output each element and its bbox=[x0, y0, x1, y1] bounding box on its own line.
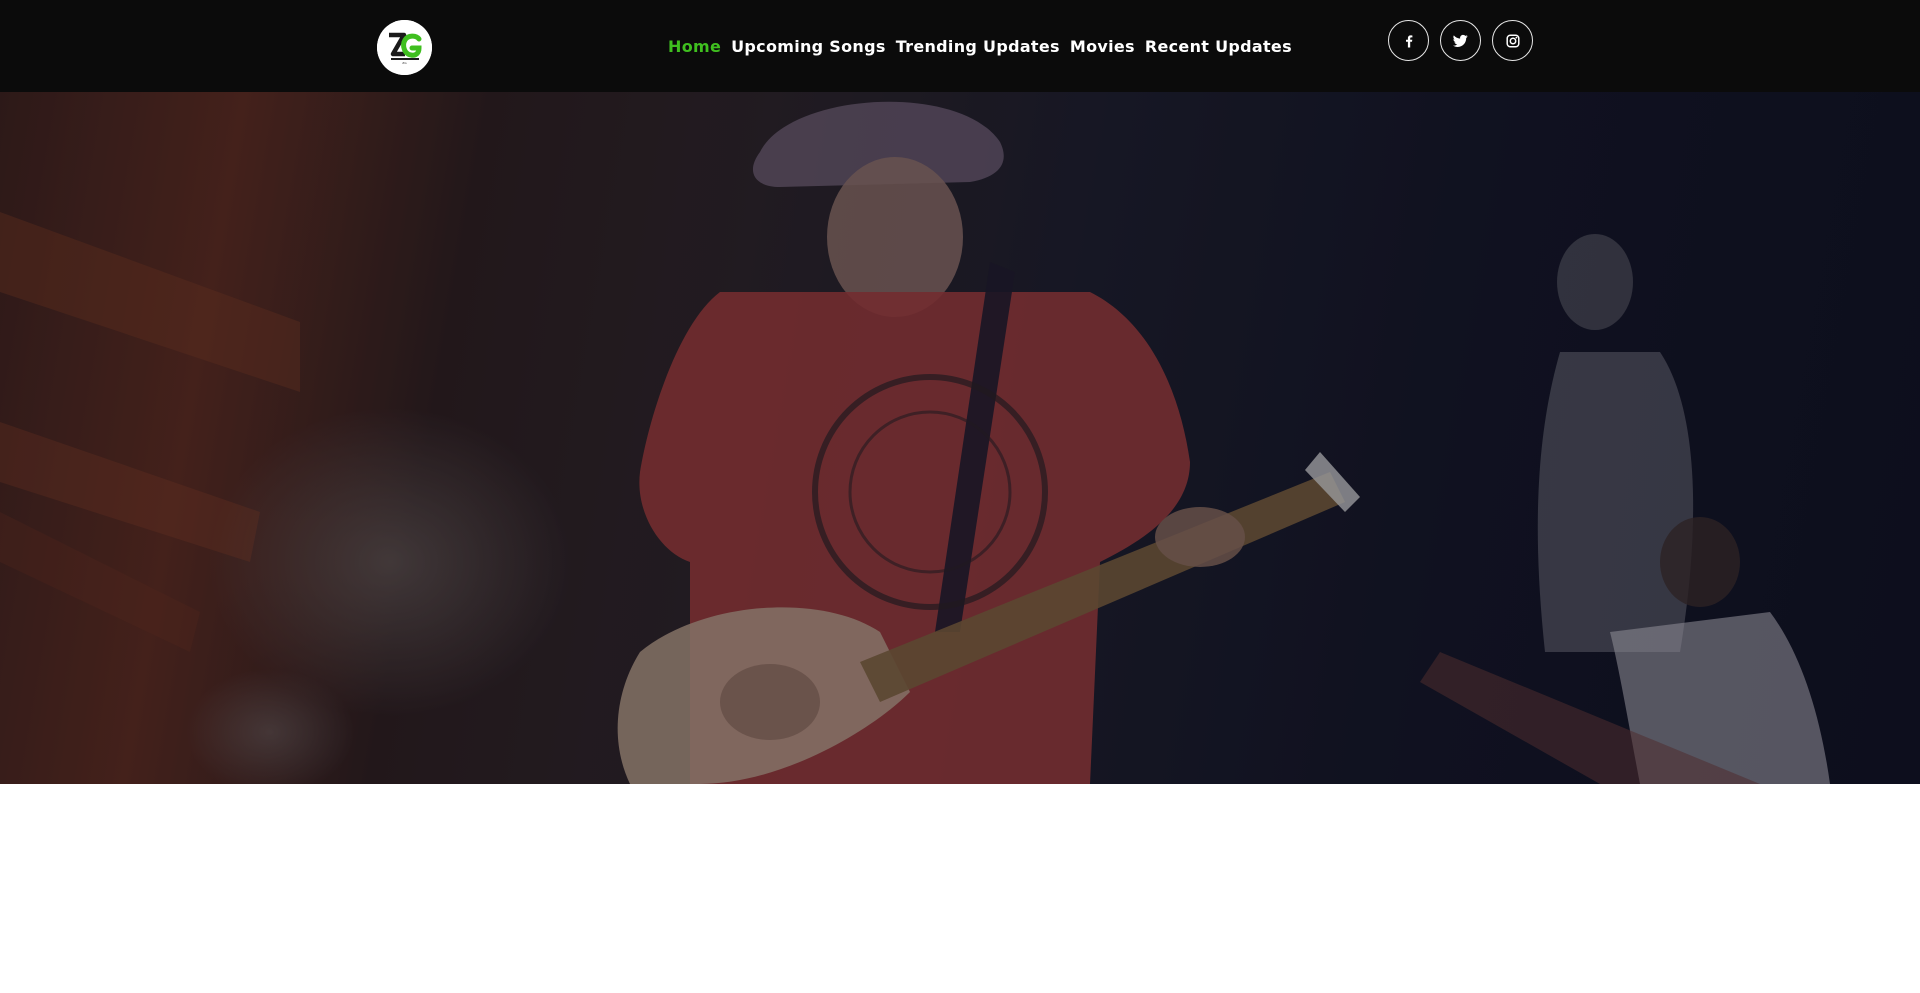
hero-overlay bbox=[0, 92, 1920, 784]
zg-logo-icon: ZG bbox=[377, 20, 432, 75]
instagram-icon bbox=[1505, 33, 1520, 48]
nav-home[interactable]: Home bbox=[668, 37, 721, 56]
site-header: ZG Home Upcoming Songs Trending Updates … bbox=[0, 0, 1920, 92]
hero-banner bbox=[0, 92, 1920, 784]
nav-movies[interactable]: Movies bbox=[1070, 37, 1135, 56]
twitter-icon bbox=[1453, 34, 1468, 47]
main-nav: Home Upcoming Songs Trending Updates Mov… bbox=[668, 37, 1292, 56]
instagram-button[interactable] bbox=[1492, 20, 1533, 61]
nav-recent-updates[interactable]: Recent Updates bbox=[1145, 37, 1292, 56]
social-links bbox=[1388, 20, 1533, 61]
facebook-icon bbox=[1405, 34, 1412, 47]
page: ZG Home Upcoming Songs Trending Updates … bbox=[0, 0, 1920, 993]
nav-trending-updates[interactable]: Trending Updates bbox=[896, 37, 1060, 56]
site-logo[interactable]: ZG bbox=[377, 20, 432, 75]
content-area bbox=[0, 784, 1920, 993]
svg-text:ZG: ZG bbox=[402, 61, 407, 65]
twitter-button[interactable] bbox=[1440, 20, 1481, 61]
facebook-button[interactable] bbox=[1388, 20, 1429, 61]
nav-upcoming-songs[interactable]: Upcoming Songs bbox=[731, 37, 886, 56]
